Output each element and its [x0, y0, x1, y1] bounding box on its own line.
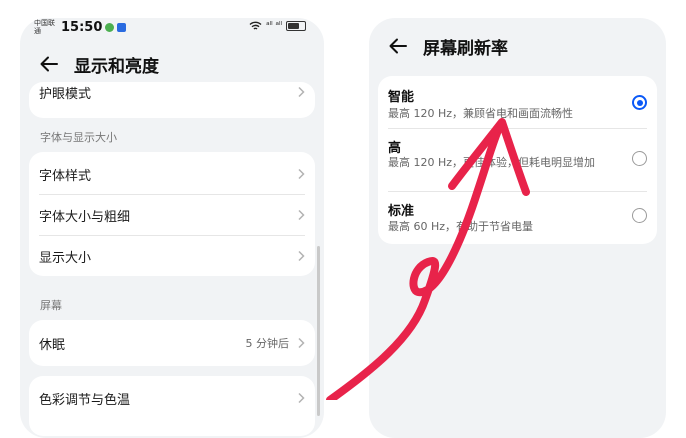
row-label: 色彩调节与色温: [39, 392, 131, 408]
refresh-rate-options-card: 智能 最高 120 Hz，兼顾省电和画面流畅性 高 最高 120 Hz，更佳体验…: [378, 76, 657, 244]
refresh-option-high[interactable]: 高 最高 120 Hz，更佳体验，但耗电明显增加: [378, 129, 657, 191]
row-label: 字体大小与粗细: [39, 209, 131, 225]
carrier-label: 中国联通: [34, 19, 55, 35]
font-size-weight-row[interactable]: 字体大小与粗细: [29, 195, 315, 235]
option-description: 最高 120 Hz，更佳体验，但耗电明显增加: [388, 156, 596, 169]
section-header-font: 字体与显示大小: [40, 131, 117, 144]
color-temp-card: 色彩调节与色温: [29, 376, 315, 436]
back-arrow-icon[interactable]: [387, 35, 409, 57]
sleep-value: 5 分钟后: [245, 337, 290, 350]
scrollbar[interactable]: [317, 246, 320, 416]
sleep-row[interactable]: 休眠 5 分钟后: [29, 323, 315, 363]
row-label: 护眼模式: [39, 86, 92, 102]
font-style-row[interactable]: 字体样式: [29, 154, 315, 194]
row-label: 显示大小: [39, 250, 92, 266]
back-arrow-icon[interactable]: [38, 53, 60, 75]
row-label: 休眠: [39, 337, 66, 353]
display-brightness-screen: 中国联通 15:50 ᵃˡˡ ᵃˡˡ 显示和亮度 护眼模式 字体与显示大小 字体…: [20, 18, 324, 438]
battery-icon: [286, 21, 306, 31]
option-description: 最高 120 Hz，兼顾省电和画面流畅性: [388, 107, 574, 120]
option-title: 高: [388, 141, 402, 156]
chevron-right-icon: [298, 209, 305, 221]
chevron-right-icon: [298, 86, 305, 98]
chevron-right-icon: [298, 337, 305, 349]
option-description: 最高 60 Hz，有助于节省电量: [388, 220, 534, 233]
notification-icon: [105, 22, 115, 32]
radio-icon[interactable]: [632, 151, 647, 166]
option-title: 标准: [388, 204, 415, 219]
refresh-rate-screen: 屏幕刷新率 智能 最高 120 Hz，兼顾省电和画面流畅性 高 最高 120 H…: [369, 18, 666, 438]
radio-icon[interactable]: [632, 95, 647, 110]
status-bar: 中国联通 15:50 ᵃˡˡ ᵃˡˡ: [20, 18, 324, 40]
option-title: 智能: [388, 90, 415, 105]
font-settings-card: 字体样式 字体大小与粗细 显示大小: [29, 152, 315, 276]
row-label: 字体样式: [39, 168, 92, 184]
color-temperature-row[interactable]: 色彩调节与色温: [29, 378, 315, 418]
wifi-icon: [249, 21, 262, 30]
eye-comfort-row[interactable]: 护眼模式: [29, 82, 315, 112]
app-notification-icon: [117, 22, 127, 32]
page-title: 显示和亮度: [74, 56, 159, 77]
display-size-row[interactable]: 显示大小: [29, 236, 315, 276]
page-title: 屏幕刷新率: [423, 38, 508, 59]
chevron-right-icon: [298, 168, 305, 180]
eye-comfort-card: 护眼模式: [29, 82, 315, 118]
page-header: 屏幕刷新率: [369, 28, 666, 64]
refresh-option-smart[interactable]: 智能 最高 120 Hz，兼顾省电和画面流畅性: [378, 76, 657, 128]
chevron-right-icon: [298, 392, 305, 404]
refresh-option-standard[interactable]: 标准 最高 60 Hz，有助于节省电量: [378, 192, 657, 244]
status-time: 15:50: [61, 19, 103, 35]
page-header: 显示和亮度: [20, 46, 324, 82]
section-header-screen: 屏幕: [40, 299, 62, 312]
chevron-right-icon: [298, 250, 305, 262]
sleep-card: 休眠 5 分钟后: [29, 320, 315, 366]
signal-label: ᵃˡˡ ᵃˡˡ: [266, 21, 282, 31]
radio-icon[interactable]: [632, 208, 647, 223]
